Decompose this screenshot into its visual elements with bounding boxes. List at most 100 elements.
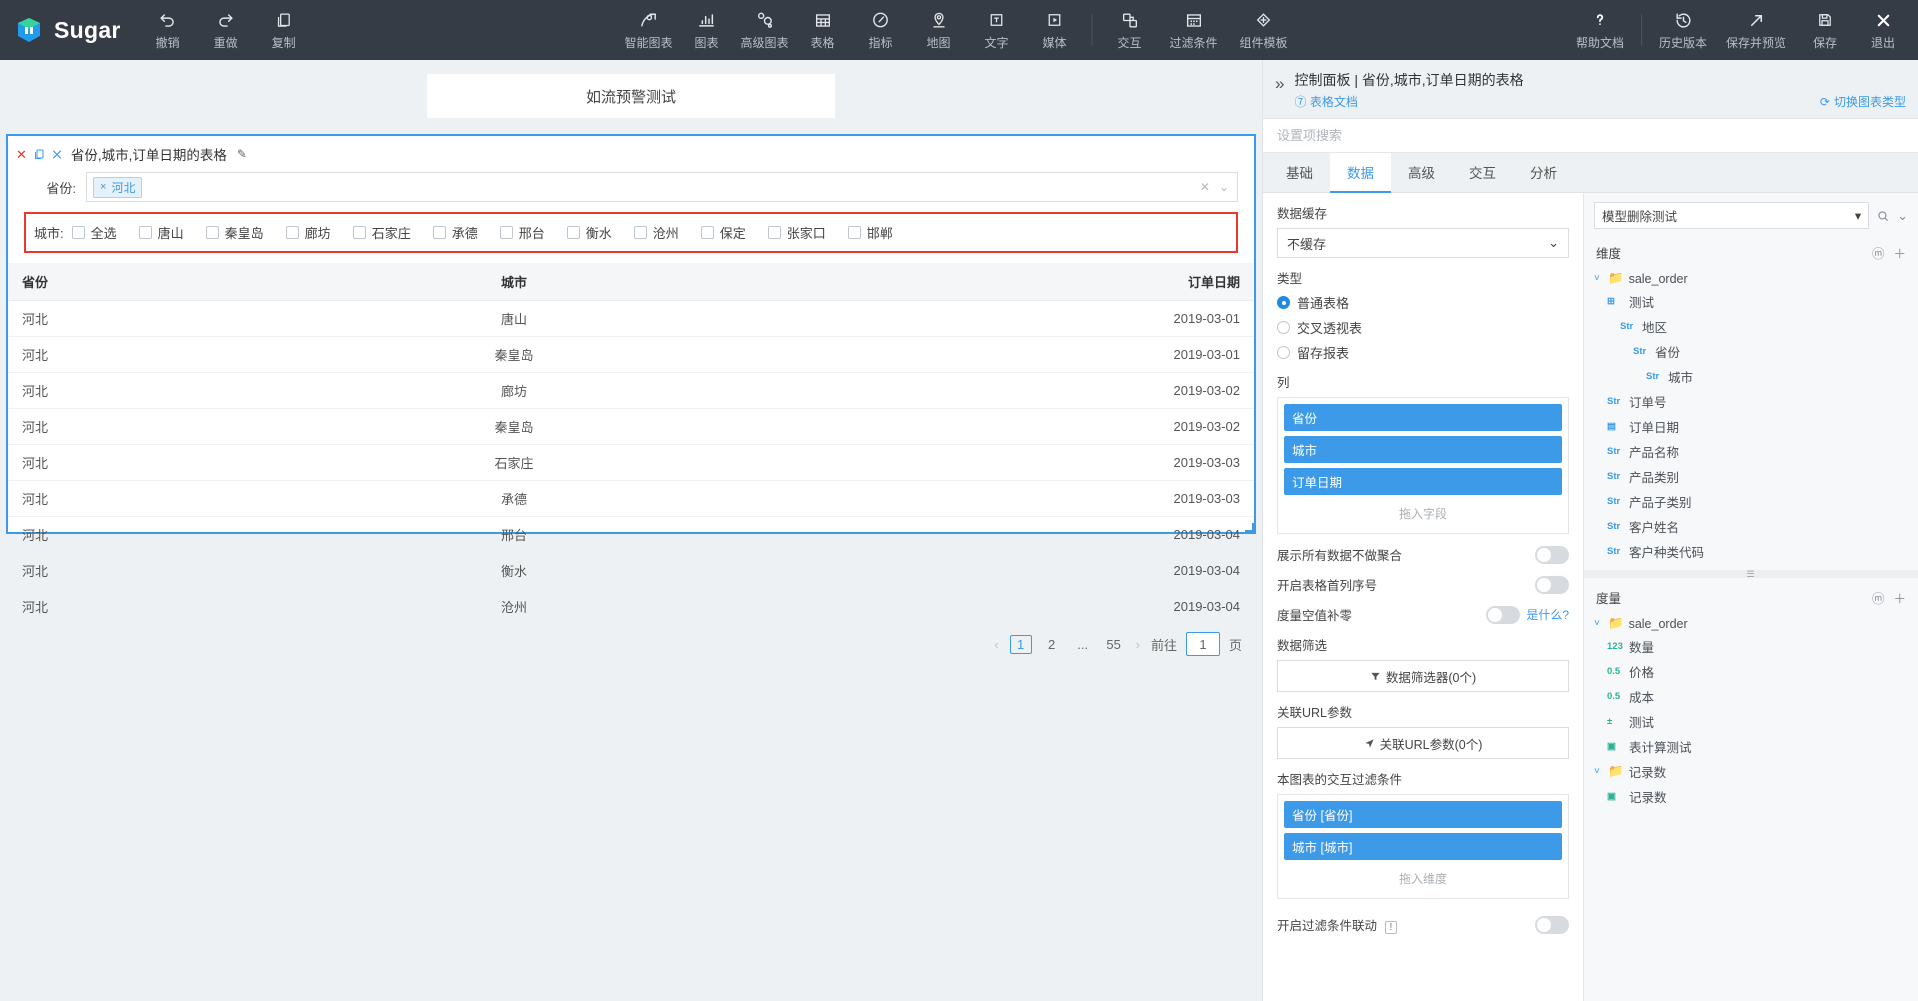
dimension-node-9[interactable]: Str 产品子类别 xyxy=(1594,489,1908,514)
dashboard-title-widget[interactable]: 如流预警测试 xyxy=(427,74,835,118)
table-row[interactable]: 河北 沧州 2019-03-04 xyxy=(8,588,1254,625)
tool-map[interactable]: 地图 xyxy=(910,0,968,60)
tag-remove-icon[interactable]: × xyxy=(100,181,106,193)
tab-2[interactable]: 高级 xyxy=(1391,153,1452,192)
province-select[interactable]: × 河北 ✕ ⌄ xyxy=(86,172,1238,202)
measure-node-5[interactable]: ▣ 表计算测试 xyxy=(1594,734,1908,759)
tool-component-template[interactable]: 组件模板 xyxy=(1229,0,1299,60)
next-page-button[interactable]: › xyxy=(1134,637,1142,652)
undo-button[interactable]: 撤销 xyxy=(139,0,197,60)
dimension-node-2[interactable]: Str 地区 xyxy=(1594,314,1908,339)
dimension-node-11[interactable]: Str 客户种类代码 xyxy=(1594,539,1908,564)
table-column-header[interactable]: 订单日期 xyxy=(707,263,1254,301)
search-input[interactable] xyxy=(1277,128,1904,143)
show-all-data-toggle[interactable] xyxy=(1535,545,1569,564)
column-field-chip-0[interactable]: 省份 xyxy=(1284,404,1562,431)
checkbox-box[interactable] xyxy=(847,226,861,239)
checkbox-box[interactable] xyxy=(138,226,152,239)
table-row[interactable]: 河北 廊坊 2019-03-02 xyxy=(8,372,1254,409)
tab-0[interactable]: 基础 xyxy=(1269,153,1330,192)
dimension-node-6[interactable]: ▤ 订单日期 xyxy=(1594,414,1908,439)
column-field-chip-1[interactable]: 城市 xyxy=(1284,436,1562,463)
table-row[interactable]: 河北 承德 2019-03-03 xyxy=(8,480,1254,517)
city-checkbox-0[interactable]: 全选 xyxy=(71,223,117,242)
info-badge-icon[interactable]: ! xyxy=(1384,921,1398,934)
edit-pencil-icon[interactable]: ✎ xyxy=(237,147,247,161)
radio-button[interactable] xyxy=(1277,321,1290,334)
prev-page-button[interactable]: ‹ xyxy=(992,637,1000,652)
zero-fill-help-link[interactable]: 是什么? xyxy=(1526,606,1569,623)
checkbox-box[interactable] xyxy=(499,226,513,239)
tool-table[interactable]: 表格 xyxy=(794,0,852,60)
tool-interaction[interactable]: 交互 xyxy=(1101,0,1159,60)
dimension-node-3[interactable]: Str 省份 xyxy=(1594,339,1908,364)
widget-move-icon[interactable] xyxy=(51,148,63,161)
chevron-down-icon[interactable]: ˅ xyxy=(1594,618,1603,629)
city-checkbox-9[interactable]: 保定 xyxy=(700,223,746,242)
tab-1[interactable]: 数据 xyxy=(1330,153,1391,193)
chevron-down-icon[interactable]: ⌄ xyxy=(1219,180,1229,194)
table-doc-link[interactable]: ⑦ 表格文档 xyxy=(1294,93,1357,110)
table-row[interactable]: 河北 秦皇岛 2019-03-02 xyxy=(8,408,1254,445)
checkbox-box[interactable] xyxy=(633,226,647,239)
url-params-button[interactable]: 关联URL参数(0个) xyxy=(1277,727,1569,759)
add-dimension-icon[interactable]: ＋ xyxy=(1893,243,1906,262)
dimension-node-7[interactable]: Str 产品名称 xyxy=(1594,439,1908,464)
tab-3[interactable]: 交互 xyxy=(1452,153,1513,192)
model-icon[interactable]: ⓜ xyxy=(1872,588,1885,607)
dimension-node-0[interactable]: ˅ 📁 sale_order xyxy=(1594,268,1908,289)
measure-node-7[interactable]: ▣ 记录数 xyxy=(1594,784,1908,809)
dimension-node-5[interactable]: Str 订单号 xyxy=(1594,389,1908,414)
tree-resize-divider[interactable]: ☰ xyxy=(1584,569,1918,579)
history-version-button[interactable]: 历史版本 xyxy=(1650,0,1716,60)
province-tag[interactable]: × 河北 xyxy=(93,176,143,198)
tool-metric[interactable]: 指标 xyxy=(852,0,910,60)
page-button-last[interactable]: 55 xyxy=(1103,637,1125,652)
page-button-1[interactable]: 1 xyxy=(1009,634,1032,654)
city-checkbox-5[interactable]: 承德 xyxy=(432,223,478,242)
table-row[interactable]: 河北 唐山 2019-03-01 xyxy=(8,300,1254,337)
table-widget[interactable]: ✕ 省份,城市,订单日期的表格 ✎ 省份: × 河北 ✕ ⌄ 城市: 全选 唐山… xyxy=(6,134,1256,656)
checkbox-box[interactable] xyxy=(352,226,366,239)
measure-node-3[interactable]: 0.5 成本 xyxy=(1594,684,1908,709)
row-index-toggle[interactable] xyxy=(1535,575,1569,594)
settings-search[interactable] xyxy=(1263,119,1918,153)
page-button-2[interactable]: 2 xyxy=(1041,637,1063,652)
measure-node-4[interactable]: ± 测试 xyxy=(1594,709,1908,734)
dimension-node-1[interactable]: ⊞ 测试 xyxy=(1594,289,1908,314)
search-icon[interactable] xyxy=(1876,209,1890,223)
redo-button[interactable]: 重做 xyxy=(197,0,255,60)
widget-delete-icon[interactable]: ✕ xyxy=(16,148,27,161)
tool-chart[interactable]: 图表 xyxy=(678,0,736,60)
collapse-panel-icon[interactable]: » xyxy=(1275,70,1284,94)
exit-button[interactable]: 退出 xyxy=(1854,0,1912,60)
select-clear-icon[interactable]: ✕ xyxy=(1200,180,1210,194)
dashboard-canvas[interactable]: 如流预警测试 ✕ 省份,城市,订单日期的表格 ✎ 省份: × 河北 ✕ ⌄ 城市… xyxy=(0,60,1262,1001)
dimension-node-10[interactable]: Str 客户姓名 xyxy=(1594,514,1908,539)
widget-resize-handle[interactable] xyxy=(1241,519,1254,532)
tool-smart-chart[interactable]: 智能图表 xyxy=(620,0,678,60)
save-preview-button[interactable]: 保存并预览 xyxy=(1716,0,1796,60)
tool-advanced-chart[interactable]: 高级图表 xyxy=(736,0,794,60)
tool-media[interactable]: 媒体 xyxy=(1026,0,1084,60)
help-doc-button[interactable]: 帮助文档 xyxy=(1567,0,1633,60)
chevron-down-icon[interactable]: ˅ xyxy=(1594,766,1603,777)
table-row[interactable]: 河北 衡水 2019-03-04 xyxy=(8,552,1254,589)
checkbox-box[interactable] xyxy=(432,226,446,239)
measure-node-1[interactable]: 123 数量 xyxy=(1594,634,1908,659)
city-checkbox-6[interactable]: 邢台 xyxy=(499,223,545,242)
table-column-header[interactable]: 城市 xyxy=(320,263,708,301)
measure-node-0[interactable]: ˅ 📁 sale_order xyxy=(1594,613,1908,634)
add-measure-icon[interactable]: ＋ xyxy=(1893,588,1906,607)
table-row[interactable]: 河北 秦皇岛 2019-03-01 xyxy=(8,336,1254,373)
city-checkbox-7[interactable]: 衡水 xyxy=(566,223,612,242)
tool-filter-condition[interactable]: 过滤条件 xyxy=(1159,0,1229,60)
column-field-chip-2[interactable]: 订单日期 xyxy=(1284,468,1562,495)
table-row[interactable]: 河北 石家庄 2019-03-03 xyxy=(8,444,1254,481)
interactive-filters-list[interactable]: 省份 [省份] 城市 [城市] 拖入维度 xyxy=(1277,794,1569,899)
zero-fill-toggle[interactable] xyxy=(1486,605,1521,624)
city-checkbox-8[interactable]: 沧州 xyxy=(633,223,679,242)
data-cache-select[interactable]: 不缓存 ⌄ xyxy=(1277,228,1569,258)
tab-4[interactable]: 分析 xyxy=(1513,153,1574,192)
checkbox-box[interactable] xyxy=(700,226,714,239)
